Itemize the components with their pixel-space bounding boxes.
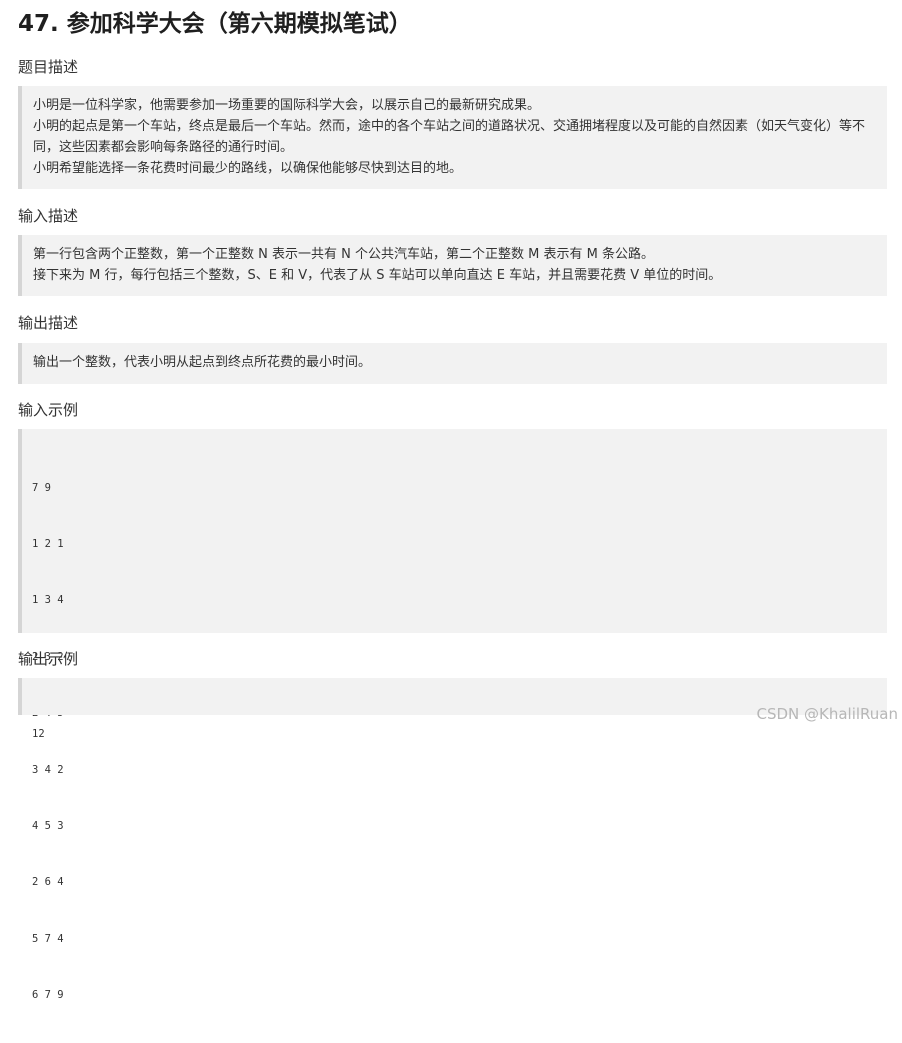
description-paragraph: 小明是一位科学家，他需要参加一场重要的国际科学大会，以展示自己的最新研究成果。 xyxy=(33,98,541,113)
page-title: 47. 参加科学大会（第六期模拟笔试） xyxy=(18,11,412,37)
code-line: 3 4 2 xyxy=(32,763,64,776)
output-description-paragraph: 输出一个整数，代表小明从起点到终点所花费的最小时间。 xyxy=(33,355,372,370)
code-line: 5 7 4 xyxy=(32,932,64,945)
code-line: 7 9 xyxy=(32,481,51,494)
output-description-block: 输出一个整数，代表小明从起点到终点所花费的最小时间。 xyxy=(18,343,887,384)
code-line: 6 7 9 xyxy=(32,989,64,1002)
description-paragraph: 小明的起点是第一个车站，终点是最后一个车站。然而，途中的各个车站之间的道路状况、… xyxy=(33,119,866,155)
code-line: 12 xyxy=(32,727,45,740)
description-paragraph: 小明希望能选择一条花费时间最少的路线，以确保他能够尽快到达目的地。 xyxy=(33,161,463,176)
section-heading-description: 题目描述 xyxy=(18,58,79,76)
code-line: 1 2 1 xyxy=(32,537,64,550)
section-heading-output-example: 输出示例 xyxy=(18,650,79,668)
code-line: 1 3 4 xyxy=(32,594,64,607)
section-heading-input-description: 输入描述 xyxy=(18,207,79,225)
section-heading-input-example: 输入示例 xyxy=(18,401,79,419)
input-description-block: 第一行包含两个正整数，第一个正整数 N 表示一共有 N 个公共汽车站，第二个正整… xyxy=(18,235,887,296)
input-example-code: 7 9 1 2 1 1 3 4 2 3 2 2 4 5 3 4 2 4 5 3 … xyxy=(18,429,887,1001)
code-line: 4 5 3 xyxy=(32,819,64,832)
code-line: 2 3 2 xyxy=(32,650,64,663)
section-heading-output-description: 输出描述 xyxy=(18,314,79,332)
input-description-paragraph: 第一行包含两个正整数，第一个正整数 N 表示一共有 N 个公共汽车站，第二个正整… xyxy=(33,247,654,262)
input-description-paragraph: 接下来为 M 行，每行包括三个整数，S、E 和 V，代表了从 S 车站可以单向直… xyxy=(33,268,722,283)
code-line: 2 6 4 xyxy=(32,876,64,889)
watermark: CSDN @KhalilRuan xyxy=(756,705,898,723)
description-block: 小明是一位科学家，他需要参加一场重要的国际科学大会，以展示自己的最新研究成果。 … xyxy=(18,86,887,189)
